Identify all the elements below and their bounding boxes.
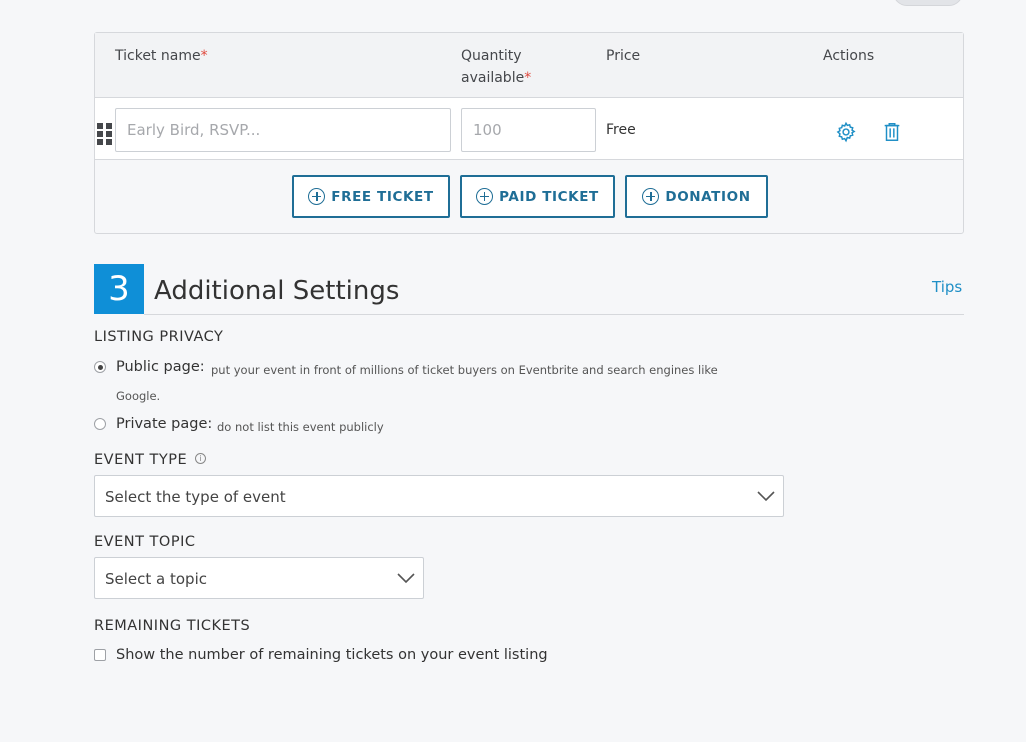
event-type-select-value: Select the type of event	[105, 488, 286, 506]
chevron-down-icon	[757, 491, 775, 502]
event-topic-label: EVENT TOPIC	[94, 534, 196, 550]
event-type-select[interactable]: Select the type of event	[94, 475, 784, 517]
delete-trash-icon[interactable]	[881, 121, 903, 143]
quantity-input[interactable]	[461, 108, 596, 152]
info-icon[interactable]: i	[195, 453, 206, 464]
step-number-badge: 3	[94, 264, 144, 314]
public-page-radio[interactable]	[94, 361, 106, 373]
remaining-tickets-label: REMAINING TICKETS	[94, 618, 251, 634]
event-topic-select-value: Select a topic	[105, 570, 207, 588]
donation-button[interactable]: DONATION	[625, 175, 768, 218]
settings-gear-icon[interactable]	[835, 121, 857, 143]
remaining-tickets-checkbox-label[interactable]: Show the number of remaining tickets on …	[116, 647, 548, 663]
ticket-name-input[interactable]	[115, 108, 451, 152]
event-topic-select[interactable]: Select a topic	[94, 557, 424, 599]
public-page-description-continued: Google.	[116, 389, 161, 403]
header-ticket-name: Ticket name*	[115, 48, 208, 64]
top-pill-button[interactable]	[893, 0, 963, 6]
public-page-label: Public page:	[116, 359, 205, 375]
paid-ticket-button[interactable]: PAID TICKET	[460, 175, 615, 218]
listing-privacy-label: LISTING PRIVACY	[94, 329, 224, 345]
private-page-label: Private page:	[116, 416, 213, 432]
plus-circle-icon	[308, 188, 326, 205]
chevron-down-icon	[397, 573, 415, 584]
public-page-description: put your event in front of millions of t…	[211, 363, 718, 377]
ticket-type-buttons: FREE TICKET PAID TICKET DONATION	[95, 160, 963, 233]
ticket-row: Free	[95, 98, 963, 160]
drag-handle-icon[interactable]	[97, 123, 112, 146]
header-price: Price	[606, 48, 641, 64]
ticket-table: Ticket name* Quantity available* Price A…	[94, 32, 964, 234]
section-title: Additional Settings	[154, 276, 400, 306]
plus-circle-icon	[476, 188, 494, 205]
plus-circle-icon	[642, 188, 660, 205]
remaining-tickets-checkbox[interactable]	[94, 649, 106, 661]
event-type-label: EVENT TYPE	[94, 452, 188, 468]
free-ticket-button[interactable]: FREE TICKET	[292, 175, 450, 218]
tips-link[interactable]: Tips	[932, 278, 962, 296]
header-actions: Actions	[823, 48, 875, 64]
private-page-radio[interactable]	[94, 418, 106, 430]
section-divider	[144, 314, 964, 315]
header-quantity: Quantity available*	[461, 48, 532, 86]
price-value: Free	[606, 122, 636, 138]
private-page-description: do not list this event publicly	[217, 420, 384, 434]
ticket-table-header: Ticket name* Quantity available* Price A…	[95, 33, 963, 98]
